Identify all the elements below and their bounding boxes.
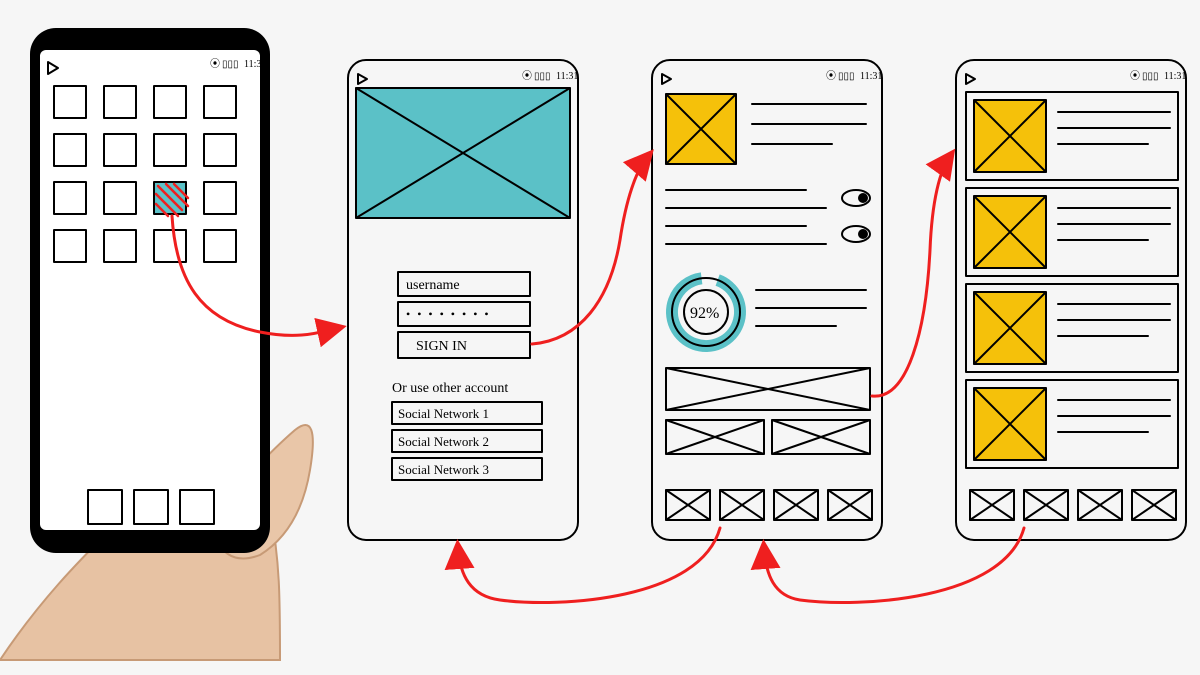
svg-text:▯▯▯: ▯▯▯ — [534, 71, 551, 82]
wireframe-dashboard-screen: ⦿▯▯▯ 11:31 92% — [652, 60, 882, 540]
list-item[interactable] — [966, 380, 1178, 468]
signin-button[interactable]: SIGN IN — [398, 332, 530, 358]
battery-icon: ▯▯▯ — [222, 59, 239, 70]
svg-text:Social Network 1: Social Network 1 — [398, 406, 489, 421]
social-network-1-button[interactable]: Social Network 1 — [392, 402, 542, 424]
settings-rows — [666, 190, 826, 244]
bottom-nav[interactable] — [666, 490, 872, 520]
list-item[interactable] — [966, 92, 1178, 180]
flow-arrows — [172, 156, 1024, 602]
status-time: 11:31 — [556, 71, 578, 82]
list-item[interactable] — [966, 188, 1178, 276]
avatar-placeholder — [666, 94, 736, 164]
svg-text:Social Network 3: Social Network 3 — [398, 462, 489, 477]
status-time: 11:31 — [860, 71, 882, 82]
alt-account-label: Or use other account — [392, 381, 508, 396]
wireframe-login-screen: ⦿▯▯▯ 11:31 username • • • • • • • • SIGN… — [348, 60, 578, 540]
svg-text:username: username — [406, 278, 460, 293]
content-box-row — [666, 420, 870, 454]
svg-text:92%: 92% — [690, 305, 719, 322]
bottom-nav[interactable] — [970, 490, 1176, 520]
content-box-1 — [666, 368, 870, 410]
svg-text:⦿: ⦿ — [522, 70, 532, 82]
svg-text:Social Network 2: Social Network 2 — [398, 434, 489, 449]
hero-image-placeholder — [356, 88, 570, 218]
password-field[interactable]: • • • • • • • • — [398, 302, 530, 326]
toggle-1[interactable] — [842, 190, 870, 206]
username-field[interactable]: username — [398, 272, 530, 296]
status-time: 11:31 — [1164, 71, 1186, 82]
header-text-lines — [752, 104, 866, 144]
wireframe-list-screen: ⦿▯▯▯ 11:31 — [956, 60, 1186, 540]
progress-ring: 92% — [662, 268, 749, 355]
svg-text:▯▯▯: ▯▯▯ — [1142, 71, 1159, 82]
physical-phone: ⦿ ▯▯▯ 11:31 — [30, 28, 270, 553]
toggle-2[interactable] — [842, 226, 870, 242]
svg-text:▯▯▯: ▯▯▯ — [838, 71, 855, 82]
svg-text:⦿: ⦿ — [826, 70, 836, 82]
wifi-icon: ⦿ — [210, 58, 220, 70]
highlighted-app-icon[interactable] — [154, 182, 188, 216]
svg-text:⦿: ⦿ — [1130, 70, 1140, 82]
progress-text-lines — [756, 290, 866, 326]
status-time: 11:31 — [244, 59, 266, 70]
svg-text:• • • • • • • •: • • • • • • • • — [406, 307, 491, 321]
svg-text:SIGN IN: SIGN IN — [416, 339, 467, 354]
list-item[interactable] — [966, 284, 1178, 372]
social-network-2-button[interactable]: Social Network 2 — [392, 430, 542, 452]
social-network-3-button[interactable]: Social Network 3 — [392, 458, 542, 480]
